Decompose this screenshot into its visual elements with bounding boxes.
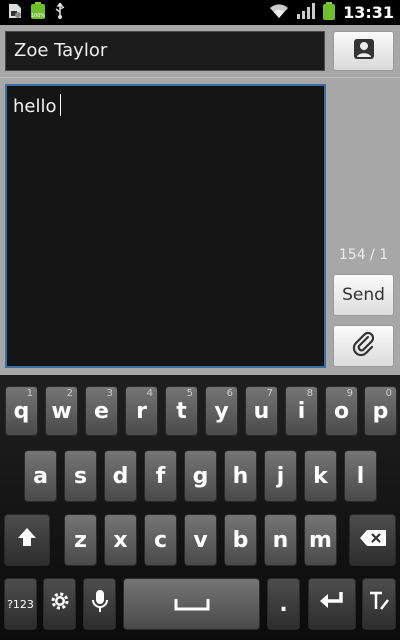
enter-icon xyxy=(318,590,346,618)
backspace-key[interactable] xyxy=(349,514,396,566)
key-v[interactable]: v xyxy=(184,514,217,566)
divider xyxy=(0,77,400,78)
message-input[interactable]: hello xyxy=(5,84,326,368)
symbols-key[interactable]: ?123 xyxy=(4,578,37,630)
battery-charging-icon: 100% xyxy=(30,1,46,24)
space-icon xyxy=(174,592,210,617)
settings-key[interactable] xyxy=(43,578,76,630)
keyboard: 1q 2w 3e 4r 5t 6y 7u 8i 9o 0p a s d f g … xyxy=(0,375,400,640)
key-j[interactable]: j xyxy=(264,450,297,502)
usb-icon xyxy=(54,1,66,23)
key-i[interactable]: 8i xyxy=(285,386,318,436)
wifi-icon xyxy=(269,3,289,23)
paperclip-icon xyxy=(351,331,377,361)
voice-input-key[interactable] xyxy=(83,578,116,630)
key-n[interactable]: n xyxy=(264,514,297,566)
sim-card-icon xyxy=(8,3,22,23)
key-x[interactable]: x xyxy=(104,514,137,566)
key-z[interactable]: z xyxy=(64,514,97,566)
key-b[interactable]: b xyxy=(224,514,257,566)
key-d[interactable]: d xyxy=(104,450,137,502)
battery-icon xyxy=(323,1,336,24)
key-o[interactable]: 9o xyxy=(325,386,358,436)
key-m[interactable]: m xyxy=(304,514,337,566)
key-r[interactable]: 4r xyxy=(125,386,158,436)
signal-icon xyxy=(297,2,316,23)
key-w[interactable]: 2w xyxy=(45,386,78,436)
key-e[interactable]: 3e xyxy=(85,386,118,436)
status-bar: 100% 13:31 xyxy=(0,0,400,25)
text-input-icon xyxy=(368,590,390,618)
space-key[interactable] xyxy=(123,578,260,630)
key-a[interactable]: a xyxy=(24,450,57,502)
status-clock: 13:31 xyxy=(343,3,394,22)
key-c[interactable]: c xyxy=(144,514,177,566)
text-cursor xyxy=(59,94,61,116)
character-counter: 154 / 1 xyxy=(338,247,389,263)
key-p[interactable]: 0p xyxy=(364,386,397,436)
shift-key[interactable] xyxy=(4,514,50,566)
text-input-key[interactable] xyxy=(362,578,396,630)
key-l[interactable]: l xyxy=(344,450,377,502)
key-t[interactable]: 5t xyxy=(165,386,198,436)
key-h[interactable]: h xyxy=(224,450,257,502)
gear-icon xyxy=(49,590,71,618)
key-g[interactable]: g xyxy=(184,450,217,502)
key-q[interactable]: 1q xyxy=(5,386,38,436)
key-y[interactable]: 6y xyxy=(205,386,238,436)
compose-area: Zoe Taylor hello 154 / 1 Send xyxy=(0,25,400,375)
period-key[interactable]: . xyxy=(267,578,300,630)
send-button[interactable]: Send xyxy=(333,274,394,316)
contact-icon xyxy=(353,38,375,64)
key-s[interactable]: s xyxy=(64,450,97,502)
enter-key[interactable] xyxy=(308,578,356,630)
key-f[interactable]: f xyxy=(144,450,177,502)
svg-text:100%: 100% xyxy=(31,13,46,19)
contact-picker-button[interactable] xyxy=(333,31,394,71)
microphone-icon xyxy=(91,589,109,619)
attach-button[interactable] xyxy=(333,325,394,367)
key-u[interactable]: 7u xyxy=(245,386,278,436)
recipient-field[interactable]: Zoe Taylor xyxy=(5,31,325,71)
backspace-icon xyxy=(359,528,387,553)
shift-icon xyxy=(16,526,38,554)
key-k[interactable]: k xyxy=(304,450,337,502)
message-text: hello xyxy=(13,96,57,117)
